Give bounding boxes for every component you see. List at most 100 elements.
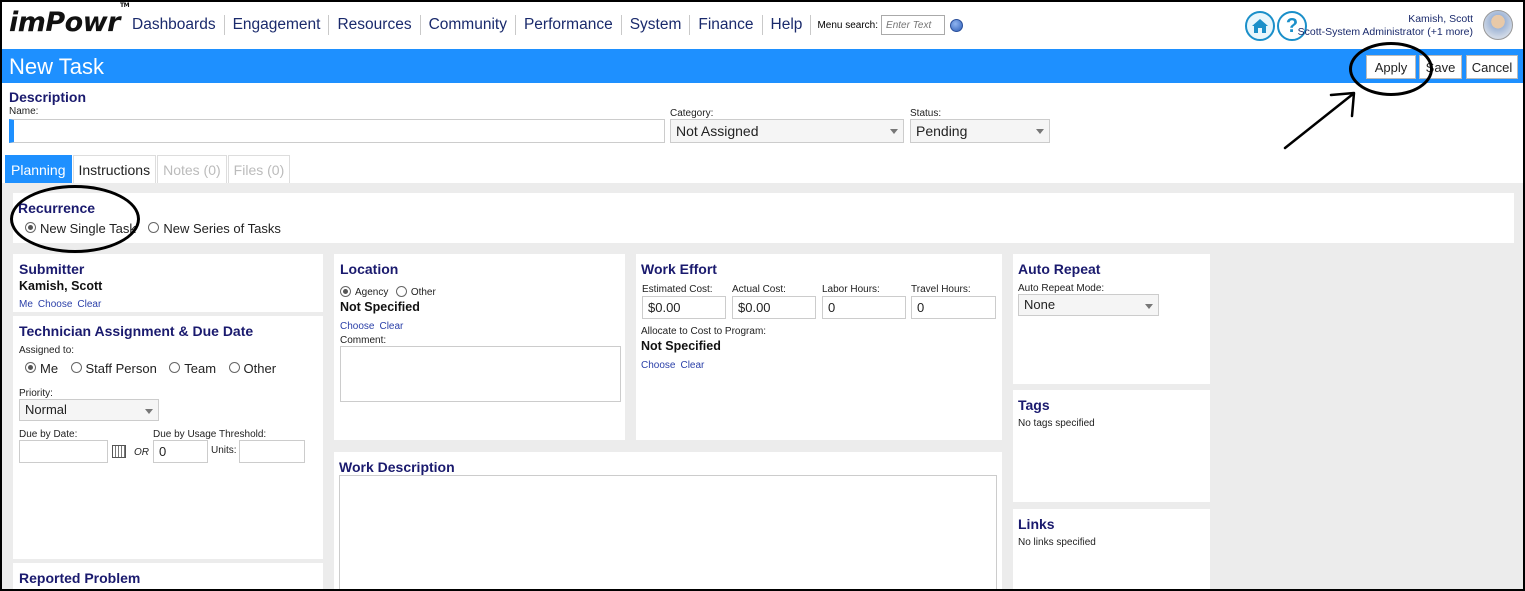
links-heading: Links [1018, 516, 1055, 532]
priority-label: Priority: [19, 388, 53, 399]
actual-cost-value: $0.00 [738, 300, 771, 315]
work-description-textarea[interactable] [339, 475, 997, 589]
tab-files[interactable]: Files (0) [227, 155, 291, 183]
due-usage-input[interactable]: 0 [153, 440, 208, 463]
allocate-label: Allocate to Cost to Program: [641, 326, 767, 337]
tab-bar: Planning Instructions Notes (0) Files (0… [5, 155, 291, 183]
assigned-other-radio[interactable] [228, 362, 240, 374]
user-role: Scott-System Administrator (+1 more) [1297, 26, 1473, 38]
location-agency-radio[interactable] [340, 286, 351, 298]
menu-item-community[interactable]: Community [421, 15, 516, 35]
tags-empty-text: No tags specified [1018, 418, 1095, 429]
location-panel: Location Agency Other Not Specified Choo… [334, 254, 625, 440]
travel-hours-value: 0 [917, 300, 925, 315]
cancel-button[interactable]: Cancel [1466, 55, 1518, 79]
allocate-links: Choose Clear [641, 355, 709, 373]
auto-repeat-mode-value: None [1024, 297, 1056, 312]
home-icon[interactable] [1245, 11, 1275, 41]
location-heading: Location [340, 261, 399, 277]
estimated-cost-input[interactable]: $0.00 [642, 296, 726, 319]
assigned-staff-label[interactable]: Staff Person [86, 361, 157, 376]
tab-notes[interactable]: Notes (0) [157, 155, 227, 183]
work-description-panel: Work Description [334, 452, 1002, 589]
labor-hours-label: Labor Hours: [822, 284, 880, 295]
auto-repeat-mode-select[interactable]: None [1018, 294, 1159, 316]
menu-search-label: Menu search: [817, 19, 879, 31]
menu-item-performance[interactable]: Performance [516, 15, 622, 35]
search-go-icon[interactable] [950, 18, 964, 32]
menu-search-input[interactable] [881, 15, 946, 35]
menu-item-system[interactable]: System [622, 15, 691, 35]
series-task-radio[interactable] [148, 222, 160, 234]
single-task-radio[interactable] [25, 222, 36, 234]
tab-planning[interactable]: Planning [5, 155, 72, 183]
menu-item-finance[interactable]: Finance [690, 15, 763, 35]
category-value: Not Assigned [676, 123, 759, 139]
single-task-label[interactable]: New Single Task [40, 221, 136, 236]
location-links: Choose Clear [340, 316, 408, 334]
save-button[interactable]: Save [1419, 55, 1462, 79]
user-info[interactable]: Kamish, Scott Scott-System Administrator… [1298, 13, 1473, 39]
assigned-staff-radio[interactable] [70, 362, 82, 374]
priority-select[interactable]: Normal [19, 399, 159, 421]
estimated-cost-value: $0.00 [648, 300, 681, 315]
location-value: Not Specified [340, 300, 420, 314]
status-label: Status: [910, 108, 942, 119]
tags-heading: Tags [1018, 397, 1050, 413]
labor-hours-input[interactable]: 0 [822, 296, 906, 319]
allocate-choose-link[interactable]: Choose [641, 360, 675, 371]
app-logo[interactable]: imPowrTM [9, 2, 130, 38]
menu-item-engagement[interactable]: Engagement [225, 15, 330, 35]
status-value: Pending [916, 123, 968, 139]
logo-text: imPowr [9, 7, 121, 38]
allocate-value: Not Specified [641, 339, 721, 353]
assigned-other-label[interactable]: Other [244, 361, 277, 376]
location-clear-link[interactable]: Clear [379, 321, 403, 332]
estimated-cost-label: Estimated Cost: [642, 284, 713, 295]
tags-panel: Tags No tags specified [1013, 390, 1210, 502]
location-agency-label[interactable]: Agency [355, 287, 388, 298]
recurrence-heading: Recurrence [18, 200, 96, 216]
links-empty-text: No links specified [1018, 537, 1096, 548]
calendar-icon[interactable] [112, 445, 126, 458]
assigned-team-radio[interactable] [169, 362, 181, 374]
due-usage-value: 0 [159, 444, 167, 459]
apply-button[interactable]: Apply [1366, 55, 1416, 79]
units-input[interactable] [239, 440, 305, 463]
description-heading: Description [9, 89, 87, 105]
name-field[interactable] [9, 119, 665, 143]
comment-textarea[interactable] [340, 346, 621, 402]
title-bar: New Task Apply Save Cancel [2, 49, 1523, 83]
recurrence-options: New Single Task New Series of Tasks [25, 220, 289, 238]
assigned-me-radio[interactable] [25, 362, 36, 374]
status-select[interactable]: Pending [910, 119, 1050, 143]
due-date-input[interactable] [19, 440, 108, 463]
submitter-me-link[interactable]: Me [19, 299, 33, 310]
assigned-label: Assigned to: [19, 345, 75, 356]
work-effort-panel: Work Effort Estimated Cost: $0.00 Actual… [636, 254, 1002, 440]
category-select[interactable]: Not Assigned [670, 119, 904, 143]
menu-item-dashboards[interactable]: Dashboards [124, 15, 225, 35]
assigned-me-label[interactable]: Me [40, 361, 58, 376]
assigned-team-label[interactable]: Team [184, 361, 216, 376]
page-title: New Task [9, 54, 104, 79]
allocate-clear-link[interactable]: Clear [680, 360, 704, 371]
location-other-label[interactable]: Other [411, 287, 436, 298]
user-name: Kamish, Scott [1408, 13, 1473, 25]
avatar[interactable] [1483, 10, 1513, 40]
labor-hours-value: 0 [828, 300, 836, 315]
actual-cost-input[interactable]: $0.00 [732, 296, 816, 319]
menu-item-help[interactable]: Help [763, 15, 812, 35]
travel-hours-input[interactable]: 0 [911, 296, 996, 319]
auto-repeat-panel: Auto Repeat Auto Repeat Mode: None [1013, 254, 1210, 384]
location-choose-link[interactable]: Choose [340, 321, 374, 332]
tab-instructions[interactable]: Instructions [72, 155, 157, 183]
menu-item-resources[interactable]: Resources [329, 15, 421, 35]
category-label: Category: [670, 108, 714, 119]
submitter-clear-link[interactable]: Clear [77, 299, 101, 310]
submitter-choose-link[interactable]: Choose [38, 299, 72, 310]
main-menu: Dashboards Engagement Resources Communit… [124, 14, 964, 36]
submitter-links: Me Choose Clear [19, 294, 106, 312]
series-task-label[interactable]: New Series of Tasks [163, 221, 281, 236]
location-other-radio[interactable] [395, 286, 407, 298]
